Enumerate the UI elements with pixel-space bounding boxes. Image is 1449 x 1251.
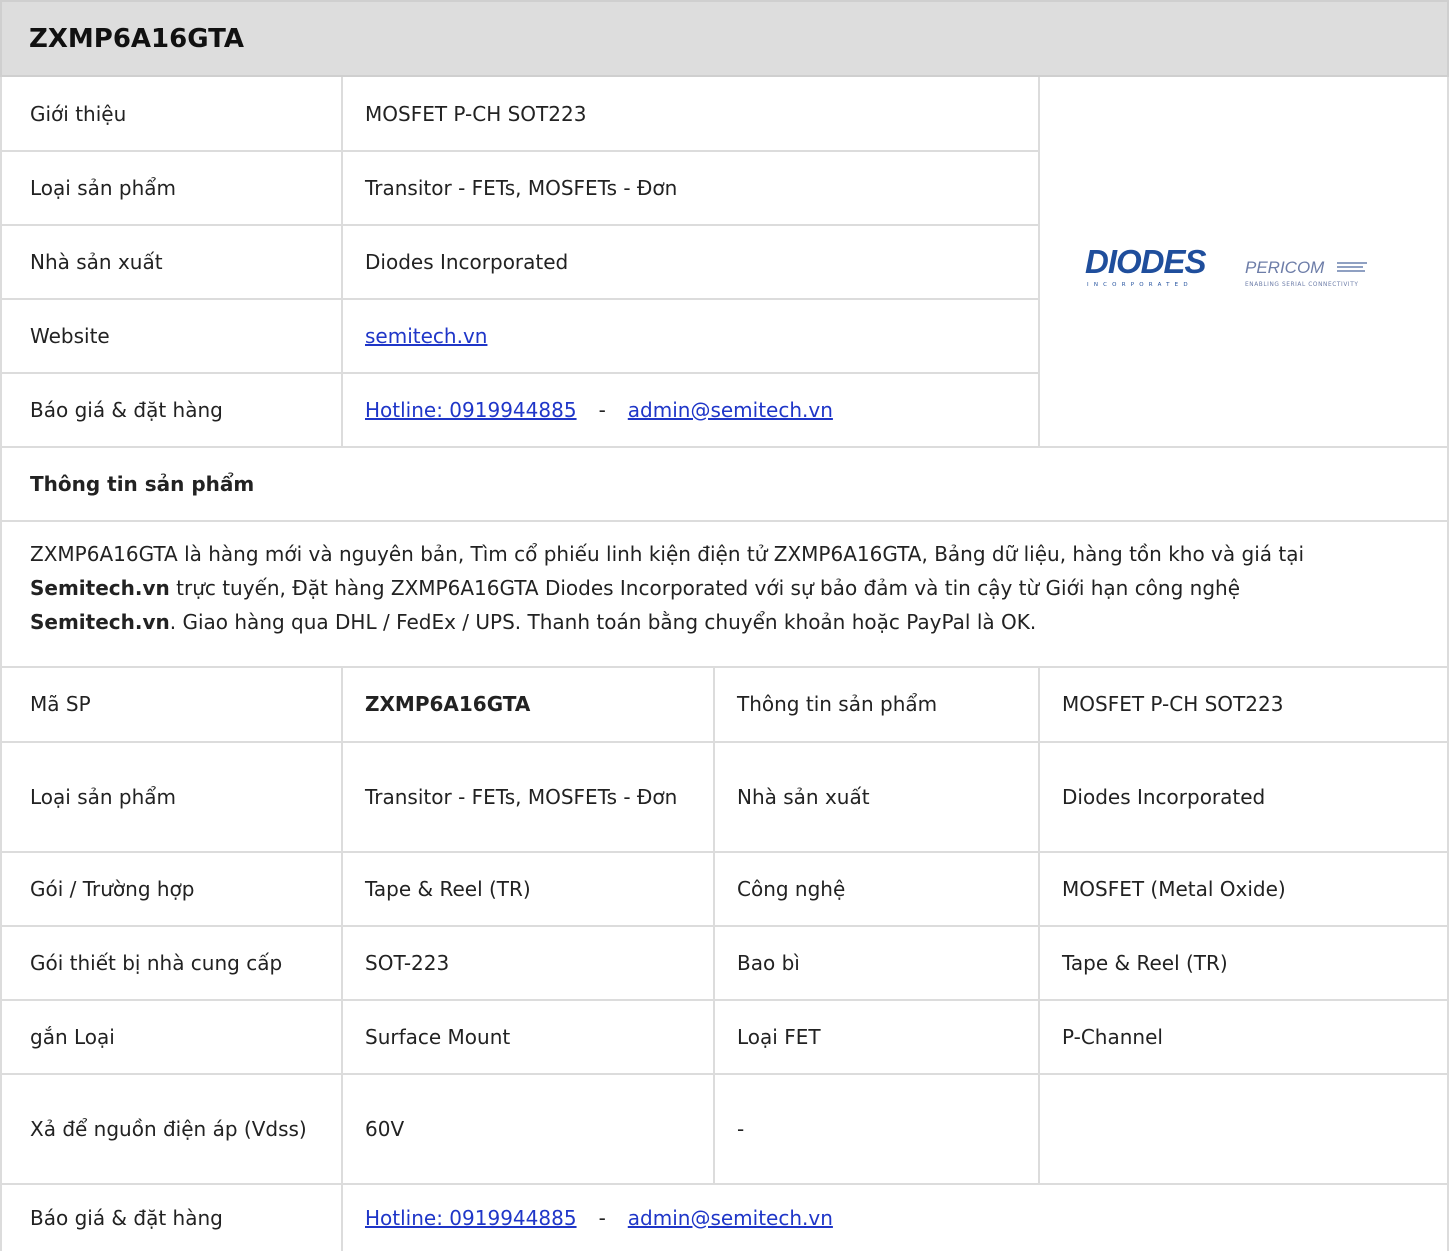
- spec-label: Mã SP: [30, 692, 91, 716]
- product-description: ZXMP6A16GTA là hàng mới và nguyên bản, T…: [30, 537, 1430, 639]
- bottom-contact-cell: Hotline: 0919944885 - admin@semitech.vn: [365, 1184, 1425, 1251]
- hotline-link[interactable]: Hotline: 0919944885: [365, 395, 577, 425]
- spec-label: Xả để nguồn điện áp (Vdss): [30, 1117, 307, 1141]
- website-link[interactable]: semitech.vn: [365, 321, 487, 351]
- divider: [713, 667, 715, 1183]
- spec-label: Gói thiết bị nhà cung cấp: [30, 951, 283, 975]
- section-heading-text: Thông tin sản phẩm: [30, 472, 255, 496]
- intro-value: Transitor - FETs, MOSFETs - Đơn: [365, 176, 678, 200]
- diodes-logo-text: DIODES: [1085, 243, 1207, 280]
- spec-label: -: [737, 1117, 745, 1141]
- spec-value: Diodes Incorporated: [1062, 785, 1266, 809]
- intro-value: Diodes Incorporated: [365, 250, 569, 274]
- page-title: ZXMP6A16GTA: [29, 23, 244, 54]
- contact-cell: Hotline: 0919944885 - admin@semitech.vn: [365, 373, 1025, 447]
- page-title-bar: ZXMP6A16GTA: [0, 0, 1449, 77]
- pericom-logo-sub: ENABLING SERIAL CONNECTIVITY: [1245, 282, 1358, 288]
- separator: -: [598, 1205, 606, 1230]
- divider: [341, 77, 343, 446]
- spec-value: SOT-223: [365, 951, 450, 975]
- spec-label: Bao bì: [737, 951, 800, 975]
- spec-label: Loại FET: [737, 1025, 821, 1049]
- spec-label: Công nghệ: [737, 877, 846, 901]
- spec-value: MOSFET (Metal Oxide): [1062, 877, 1286, 901]
- hotline-link[interactable]: Hotline: 0919944885: [365, 1203, 577, 1233]
- intro-value: MOSFET P-CH SOT223: [365, 102, 587, 126]
- brand-name: Semitech.vn: [30, 610, 170, 634]
- contact-label: Báo giá & đặt hàng: [30, 1205, 223, 1230]
- spec-label: Thông tin sản phẩm: [737, 692, 938, 716]
- pericom-logo-text: PERICOM: [1245, 258, 1325, 277]
- diodes-logo-sub: INCORPORATED: [1087, 282, 1193, 288]
- spec-label: gắn Loại: [30, 1025, 115, 1049]
- spec-value: [1062, 1074, 1432, 1184]
- intro-label: Website: [30, 324, 110, 348]
- intro-label: Loại sản phẩm: [30, 176, 177, 200]
- brand-name: Semitech.vn: [30, 576, 170, 600]
- spec-label: Nhà sản xuất: [737, 785, 870, 809]
- spec-value: Transitor - FETs, MOSFETs - Đơn: [365, 785, 678, 809]
- email-link[interactable]: admin@semitech.vn: [628, 1203, 833, 1233]
- spec-value: MOSFET P-CH SOT223: [1062, 692, 1284, 716]
- spec-value: Surface Mount: [365, 1025, 511, 1049]
- email-link[interactable]: admin@semitech.vn: [628, 395, 833, 425]
- description-text: . Giao hàng qua DHL / FedEx / UPS. Thanh…: [169, 610, 1037, 634]
- website-cell: semitech.vn: [365, 299, 1025, 373]
- divider: [341, 667, 343, 1251]
- spec-label: Loại sản phẩm: [30, 785, 177, 809]
- divider: [0, 520, 1449, 522]
- description-text: ZXMP6A16GTA là hàng mới và nguyên bản, T…: [30, 542, 1305, 566]
- spec-value: P-Channel: [1062, 1025, 1163, 1049]
- divider: [1038, 77, 1040, 446]
- divider: [1038, 667, 1040, 1183]
- intro-label: Giới thiệu: [30, 102, 127, 126]
- spec-label: Gói / Trường hợp: [30, 877, 195, 901]
- intro-label: Nhà sản xuất: [30, 250, 163, 274]
- intro-label: Báo giá & đặt hàng: [30, 398, 223, 422]
- manufacturer-logo: DIODES INCORPORATED PERICOM ENABLING SER…: [1085, 243, 1385, 293]
- section-heading: Thông tin sản phẩm: [30, 447, 1430, 521]
- separator: -: [598, 398, 606, 422]
- spec-value: Tape & Reel (TR): [365, 877, 531, 901]
- spec-value: ZXMP6A16GTA: [365, 692, 531, 716]
- spec-value: Tape & Reel (TR): [1062, 951, 1228, 975]
- spec-value: 60V: [365, 1117, 405, 1141]
- description-text: trực tuyến, Đặt hàng ZXMP6A16GTA Diodes …: [169, 576, 1241, 600]
